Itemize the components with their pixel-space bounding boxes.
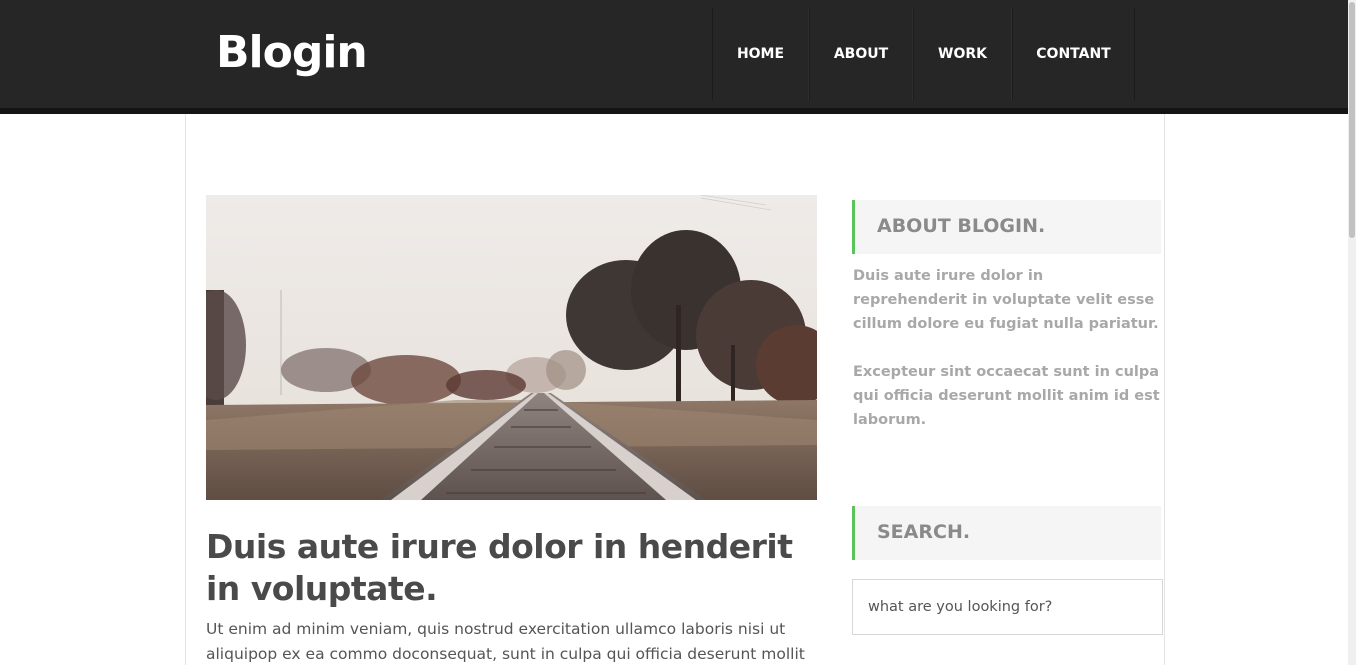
nav-home-link[interactable]: HOME xyxy=(712,8,809,100)
scrollbar-thumb[interactable] xyxy=(1349,2,1355,238)
page-scrollbar[interactable] xyxy=(1348,0,1356,665)
nav-contant-link[interactable]: CONTANT xyxy=(1012,8,1135,100)
search-widget-heading: SEARCH. xyxy=(852,506,1161,560)
post-excerpt: Ut enim ad minim veniam, quis nostrud ex… xyxy=(206,620,805,663)
about-paragraph-1: Duis aute irure dolor in reprehenderit i… xyxy=(853,268,1159,332)
site-logo[interactable]: Blogin xyxy=(216,24,368,82)
about-widget-heading: ABOUT BLOGIN. xyxy=(852,200,1161,254)
search-widget-title: SEARCH. xyxy=(877,521,971,543)
post-title[interactable]: Duis aute irure dolor in henderit in vol… xyxy=(206,526,826,610)
post-hero-image xyxy=(206,195,817,500)
main-nav: HOME ABOUT WORK CONTANT xyxy=(712,8,1135,100)
about-paragraph-2: Excepteur sint occaecat sunt in culpa qu… xyxy=(853,364,1160,428)
nav-work-link[interactable]: WORK xyxy=(913,8,1012,100)
search-input[interactable] xyxy=(852,579,1163,635)
about-widget-title: ABOUT BLOGIN. xyxy=(877,215,1046,237)
nav-about-link[interactable]: ABOUT xyxy=(809,8,913,100)
top-navigation-bar xyxy=(0,0,1348,108)
